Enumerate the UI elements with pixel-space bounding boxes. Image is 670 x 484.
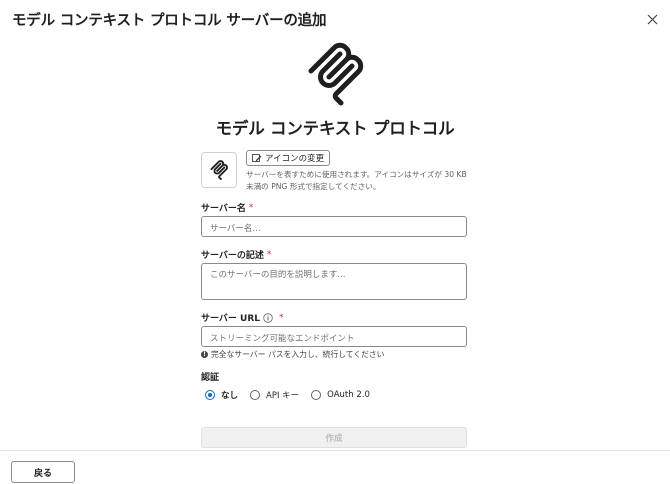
close-icon[interactable]	[647, 14, 658, 25]
radio-selected-icon[interactable]	[205, 390, 215, 400]
close-button[interactable]	[642, 9, 662, 29]
change-icon-button[interactable]: アイコンの変更	[246, 150, 331, 166]
auth-option-label: なし	[221, 391, 239, 401]
radio-icon[interactable]	[250, 390, 261, 400]
server-description-input[interactable]: このサーバーの目的を説明します...	[201, 263, 467, 300]
server-url-input[interactable]: ストリーミング可能なエンドポイント	[201, 326, 467, 347]
auth-option-label: OAuth 2.0	[327, 390, 370, 400]
server-icon-preview	[201, 152, 237, 188]
auth-option-none[interactable]: なし	[205, 389, 238, 401]
server-url-hint-text: 完全なサーバー パスを入力し、続行してください	[211, 350, 385, 359]
image-edit-icon	[252, 154, 262, 162]
footer-divider	[0, 450, 670, 451]
required-mark: *	[248, 202, 254, 213]
auth-label-text: 認証	[201, 373, 220, 383]
auth-option-label: API キー	[266, 391, 300, 401]
info-filled-icon: !	[201, 351, 208, 358]
dialog-title: モデル コンテキスト プロトコル サーバーの追加	[12, 13, 327, 29]
server-name-label-text: サーバー名	[201, 204, 246, 214]
server-name-input[interactable]: サーバー名...	[201, 216, 467, 237]
info-icon[interactable]	[263, 312, 273, 323]
auth-option-api-key[interactable]: API キー	[250, 389, 299, 401]
auth-radio-group: なし API キー OAuth 2.0	[205, 389, 382, 401]
server-description-label: サーバーの記述 *	[201, 248, 272, 262]
hero-title: モデル コンテキスト プロトコル	[215, 119, 455, 138]
server-url-hint: ! 完全なサーバー パスを入力し、続行してください	[201, 349, 384, 360]
back-button[interactable]: 戻る	[11, 461, 75, 483]
server-url-label: サーバー URL *	[201, 311, 284, 325]
required-mark: *	[279, 312, 284, 323]
required-mark: *	[266, 249, 272, 260]
server-name-label: サーバー名 *	[201, 201, 254, 215]
icon-hint-text: サーバーを表すために使用されます。アイコンはサイズが 30 KB 未満の PNG…	[246, 170, 467, 191]
mcp-logo-icon	[308, 42, 364, 106]
server-url-label-text: サーバー URL	[201, 314, 261, 324]
create-button[interactable]: 作成	[201, 427, 467, 448]
change-icon-label: アイコンの変更	[265, 154, 325, 164]
mcp-logo-icon	[210, 160, 228, 180]
radio-icon[interactable]	[311, 390, 322, 400]
server-description-label-text: サーバーの記述	[201, 251, 264, 261]
auth-label: 認証	[201, 370, 219, 383]
auth-option-oauth[interactable]: OAuth 2.0	[311, 390, 370, 400]
